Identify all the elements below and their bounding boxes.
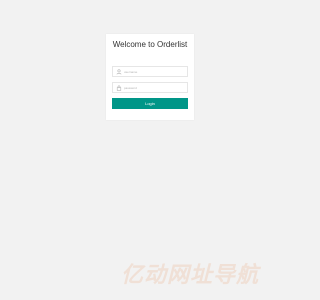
username-input[interactable] [124, 67, 186, 76]
password-field[interactable] [112, 82, 188, 93]
password-input[interactable] [124, 83, 186, 92]
login-page: Welcome to Orderlist Login 亿动网址导航 [0, 0, 300, 300]
lock-icon [116, 85, 122, 91]
watermark-logo: 亿动网址导航 [121, 263, 260, 288]
login-button[interactable]: Login [112, 98, 188, 109]
login-card: Welcome to Orderlist Login [106, 34, 194, 120]
username-field[interactable] [112, 66, 188, 77]
user-icon [116, 69, 122, 75]
page-title: Welcome to Orderlist [112, 40, 188, 49]
